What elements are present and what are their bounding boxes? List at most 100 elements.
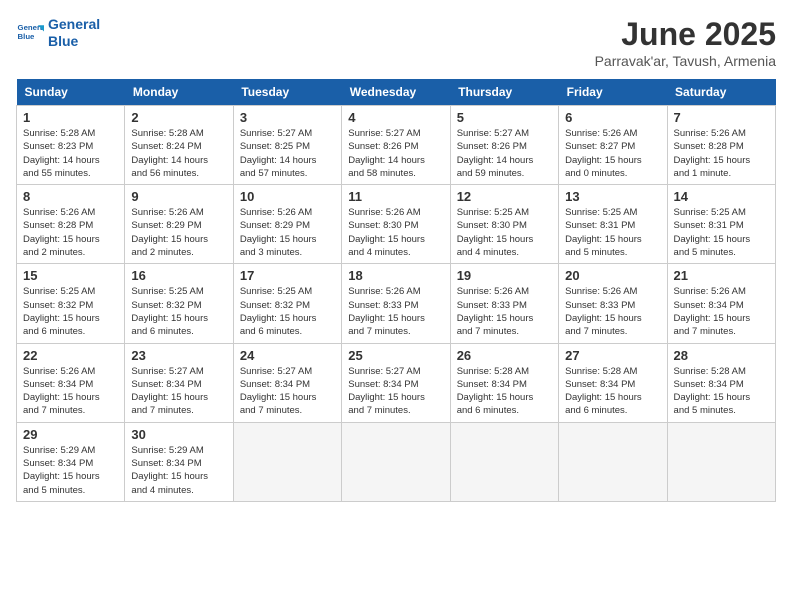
day-info: Sunrise: 5:28 AMSunset: 8:34 PMDaylight:… bbox=[457, 365, 552, 418]
day-number: 6 bbox=[565, 110, 660, 125]
calendar-cell: 26 Sunrise: 5:28 AMSunset: 8:34 PMDayligh… bbox=[450, 343, 558, 422]
calendar-week-2: 8 Sunrise: 5:26 AMSunset: 8:28 PMDaylight… bbox=[17, 185, 776, 264]
day-number: 1 bbox=[23, 110, 118, 125]
calendar-cell: 12 Sunrise: 5:25 AMSunset: 8:30 PMDayligh… bbox=[450, 185, 558, 264]
header-row: Sunday Monday Tuesday Wednesday Thursday… bbox=[17, 79, 776, 106]
day-number: 12 bbox=[457, 189, 552, 204]
day-number: 8 bbox=[23, 189, 118, 204]
calendar-cell bbox=[342, 422, 450, 501]
calendar-cell: 25 Sunrise: 5:27 AMSunset: 8:34 PMDayligh… bbox=[342, 343, 450, 422]
col-thursday: Thursday bbox=[450, 79, 558, 106]
day-number: 17 bbox=[240, 268, 335, 283]
day-number: 9 bbox=[131, 189, 226, 204]
logo-text: General Blue bbox=[48, 16, 100, 50]
day-info: Sunrise: 5:28 AMSunset: 8:34 PMDaylight:… bbox=[565, 365, 660, 418]
calendar-cell: 1 Sunrise: 5:28 AMSunset: 8:23 PMDaylight… bbox=[17, 106, 125, 185]
calendar-cell: 18 Sunrise: 5:26 AMSunset: 8:33 PMDayligh… bbox=[342, 264, 450, 343]
day-number: 29 bbox=[23, 427, 118, 442]
logo: General Blue General Blue bbox=[16, 16, 100, 50]
day-number: 7 bbox=[674, 110, 769, 125]
title-area: June 2025 Parravak'ar, Tavush, Armenia bbox=[595, 16, 776, 69]
calendar-week-1: 1 Sunrise: 5:28 AMSunset: 8:23 PMDaylight… bbox=[17, 106, 776, 185]
day-info: Sunrise: 5:25 AMSunset: 8:32 PMDaylight:… bbox=[23, 285, 118, 338]
day-number: 15 bbox=[23, 268, 118, 283]
day-info: Sunrise: 5:27 AMSunset: 8:26 PMDaylight:… bbox=[348, 127, 443, 180]
calendar-cell: 21Sunrise: 5:26 AMSunset: 8:34 PMDayligh… bbox=[667, 264, 775, 343]
day-number: 22 bbox=[23, 348, 118, 363]
calendar-cell: 23Sunrise: 5:27 AMSunset: 8:34 PMDayligh… bbox=[125, 343, 233, 422]
day-info: Sunrise: 5:26 AMSunset: 8:27 PMDaylight:… bbox=[565, 127, 660, 180]
calendar-cell: 3 Sunrise: 5:27 AMSunset: 8:25 PMDaylight… bbox=[233, 106, 341, 185]
col-monday: Monday bbox=[125, 79, 233, 106]
day-number: 20 bbox=[565, 268, 660, 283]
day-number: 28 bbox=[674, 348, 769, 363]
day-number: 25 bbox=[348, 348, 443, 363]
calendar-cell: 24Sunrise: 5:27 AMSunset: 8:34 PMDayligh… bbox=[233, 343, 341, 422]
calendar-cell: 4 Sunrise: 5:27 AMSunset: 8:26 PMDaylight… bbox=[342, 106, 450, 185]
day-number: 21 bbox=[674, 268, 769, 283]
day-info: Sunrise: 5:27 AMSunset: 8:25 PMDaylight:… bbox=[240, 127, 335, 180]
calendar-cell: 7 Sunrise: 5:26 AMSunset: 8:28 PMDaylight… bbox=[667, 106, 775, 185]
day-info: Sunrise: 5:28 AMSunset: 8:34 PMDaylight:… bbox=[674, 365, 769, 418]
day-number: 19 bbox=[457, 268, 552, 283]
day-number: 10 bbox=[240, 189, 335, 204]
calendar-cell: 20 Sunrise: 5:26 AMSunset: 8:33 PMDayligh… bbox=[559, 264, 667, 343]
calendar-cell bbox=[450, 422, 558, 501]
day-number: 30 bbox=[131, 427, 226, 442]
logo-icon: General Blue bbox=[16, 19, 44, 47]
calendar-cell: 10 Sunrise: 5:26 AMSunset: 8:29 PMDayligh… bbox=[233, 185, 341, 264]
day-number: 4 bbox=[348, 110, 443, 125]
calendar-cell: 8 Sunrise: 5:26 AMSunset: 8:28 PMDaylight… bbox=[17, 185, 125, 264]
day-info: Sunrise: 5:26 AMSunset: 8:33 PMDaylight:… bbox=[565, 285, 660, 338]
day-info: Sunrise: 5:29 AMSunset: 8:34 PMDaylight:… bbox=[131, 444, 226, 497]
calendar-cell bbox=[667, 422, 775, 501]
col-tuesday: Tuesday bbox=[233, 79, 341, 106]
day-info: Sunrise: 5:25 AMSunset: 8:30 PMDaylight:… bbox=[457, 206, 552, 259]
day-info: Sunrise: 5:28 AMSunset: 8:23 PMDaylight:… bbox=[23, 127, 118, 180]
day-info: Sunrise: 5:26 AMSunset: 8:33 PMDaylight:… bbox=[348, 285, 443, 338]
calendar-cell: 13Sunrise: 5:25 AMSunset: 8:31 PMDayligh… bbox=[559, 185, 667, 264]
day-number: 16 bbox=[131, 268, 226, 283]
calendar-week-3: 15 Sunrise: 5:25 AMSunset: 8:32 PMDayligh… bbox=[17, 264, 776, 343]
day-info: Sunrise: 5:25 AMSunset: 8:31 PMDaylight:… bbox=[674, 206, 769, 259]
day-info: Sunrise: 5:27 AMSunset: 8:34 PMDaylight:… bbox=[348, 365, 443, 418]
day-info: Sunrise: 5:28 AMSunset: 8:24 PMDaylight:… bbox=[131, 127, 226, 180]
day-number: 2 bbox=[131, 110, 226, 125]
calendar-cell: 22 Sunrise: 5:26 AMSunset: 8:34 PMDayligh… bbox=[17, 343, 125, 422]
calendar-cell bbox=[559, 422, 667, 501]
day-number: 27 bbox=[565, 348, 660, 363]
col-friday: Friday bbox=[559, 79, 667, 106]
day-number: 14 bbox=[674, 189, 769, 204]
svg-text:Blue: Blue bbox=[18, 32, 36, 41]
col-wednesday: Wednesday bbox=[342, 79, 450, 106]
calendar-cell: 19 Sunrise: 5:26 AMSunset: 8:33 PMDayligh… bbox=[450, 264, 558, 343]
calendar-cell: 16 Sunrise: 5:25 AMSunset: 8:32 PMDayligh… bbox=[125, 264, 233, 343]
calendar-subtitle: Parravak'ar, Tavush, Armenia bbox=[595, 53, 776, 69]
calendar-week-4: 22 Sunrise: 5:26 AMSunset: 8:34 PMDayligh… bbox=[17, 343, 776, 422]
calendar-cell: 28 Sunrise: 5:28 AMSunset: 8:34 PMDayligh… bbox=[667, 343, 775, 422]
day-info: Sunrise: 5:26 AMSunset: 8:29 PMDaylight:… bbox=[131, 206, 226, 259]
day-info: Sunrise: 5:27 AMSunset: 8:34 PMDaylight:… bbox=[240, 365, 335, 418]
calendar-cell: 14 Sunrise: 5:25 AMSunset: 8:31 PMDayligh… bbox=[667, 185, 775, 264]
day-info: Sunrise: 5:27 AMSunset: 8:34 PMDaylight:… bbox=[131, 365, 226, 418]
calendar-cell: 11Sunrise: 5:26 AMSunset: 8:30 PMDayligh… bbox=[342, 185, 450, 264]
day-info: Sunrise: 5:25 AMSunset: 8:32 PMDaylight:… bbox=[131, 285, 226, 338]
calendar-cell: 6 Sunrise: 5:26 AMSunset: 8:27 PMDaylight… bbox=[559, 106, 667, 185]
day-info: Sunrise: 5:25 AMSunset: 8:31 PMDaylight:… bbox=[565, 206, 660, 259]
day-number: 26 bbox=[457, 348, 552, 363]
calendar-cell bbox=[233, 422, 341, 501]
col-sunday: Sunday bbox=[17, 79, 125, 106]
day-info: Sunrise: 5:26 AMSunset: 8:29 PMDaylight:… bbox=[240, 206, 335, 259]
day-info: Sunrise: 5:26 AMSunset: 8:33 PMDaylight:… bbox=[457, 285, 552, 338]
calendar-cell: 27 Sunrise: 5:28 AMSunset: 8:34 PMDayligh… bbox=[559, 343, 667, 422]
day-number: 18 bbox=[348, 268, 443, 283]
day-info: Sunrise: 5:26 AMSunset: 8:28 PMDaylight:… bbox=[23, 206, 118, 259]
calendar-title: June 2025 bbox=[595, 16, 776, 53]
calendar-cell: 2 Sunrise: 5:28 AMSunset: 8:24 PMDaylight… bbox=[125, 106, 233, 185]
col-saturday: Saturday bbox=[667, 79, 775, 106]
day-info: Sunrise: 5:25 AMSunset: 8:32 PMDaylight:… bbox=[240, 285, 335, 338]
day-info: Sunrise: 5:26 AMSunset: 8:34 PMDaylight:… bbox=[23, 365, 118, 418]
day-number: 11 bbox=[348, 189, 443, 204]
day-info: Sunrise: 5:26 AMSunset: 8:28 PMDaylight:… bbox=[674, 127, 769, 180]
day-number: 3 bbox=[240, 110, 335, 125]
